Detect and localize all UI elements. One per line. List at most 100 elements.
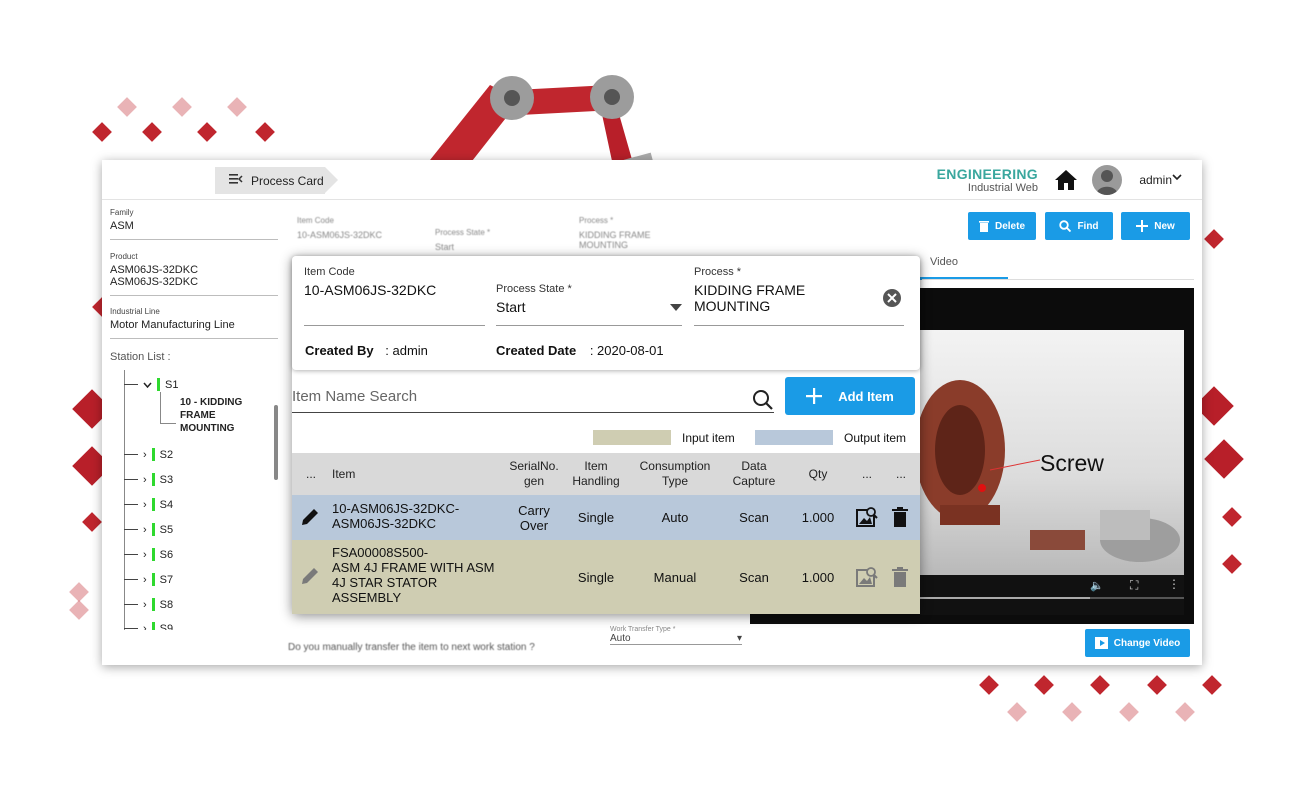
trash-icon[interactable] xyxy=(892,567,908,587)
process-field[interactable]: Process * KIDDING FRAME MOUNTING xyxy=(694,266,904,326)
station-item-s1[interactable]: S1 xyxy=(124,378,178,391)
avatar[interactable] xyxy=(1092,165,1122,195)
dialog-header: Item Code 10-ASM06JS-32DKC Process State… xyxy=(292,256,920,370)
chevron-right-icon[interactable]: › xyxy=(143,599,147,611)
dropdown-arrow-icon xyxy=(670,303,682,311)
chevron-down-icon[interactable] xyxy=(1172,172,1182,184)
new-button[interactable]: New xyxy=(1121,212,1190,240)
input-item-legend: Input item xyxy=(682,431,735,445)
video-controls: 🔈 ⛶ ⋮ xyxy=(920,575,1184,615)
chevron-right-icon[interactable]: › xyxy=(143,499,147,511)
item-code-value: 10-ASM06JS-32DKC xyxy=(304,282,437,298)
video-caption: Screw xyxy=(1040,450,1104,476)
plus-icon xyxy=(1136,220,1149,232)
dropdown-arrow-icon: ▾ xyxy=(736,633,742,644)
row-consumption: Auto xyxy=(661,510,689,525)
plus-icon xyxy=(806,388,823,404)
station-process-kidding-frame-mounting[interactable]: 10 - KIDDING FRAME MOUNTING xyxy=(180,396,242,435)
chevron-right-icon[interactable]: › xyxy=(143,524,147,536)
item-code-field[interactable]: Item Code 10-ASM06JS-32DKC xyxy=(304,266,485,326)
breadcrumb-label: Process Card xyxy=(251,173,324,188)
sidebar-scrollbar[interactable] xyxy=(274,405,278,480)
station-item-s7[interactable]: › S7 xyxy=(124,573,173,586)
process-value: KIDDING FRAME MOUNTING xyxy=(694,282,806,314)
image-search-icon[interactable] xyxy=(856,506,878,528)
chevron-right-icon[interactable]: › xyxy=(143,474,147,486)
work-transfer-select[interactable]: Work Transfer Type * Auto ▾ xyxy=(610,626,742,645)
user-name[interactable]: admin xyxy=(1139,173,1172,187)
station-item-s4[interactable]: › S4 xyxy=(124,498,173,511)
row-capture: Scan xyxy=(739,510,769,525)
delete-button[interactable]: Delete xyxy=(968,212,1036,240)
chevron-right-icon[interactable]: › xyxy=(143,574,147,586)
background-process-form: Item Code 10-ASM06JS-32DKC Process State… xyxy=(297,216,651,252)
change-video-button[interactable]: Change Video xyxy=(1085,629,1190,657)
search-icon[interactable] xyxy=(752,389,774,411)
row-item-name: 10-ASM06JS-32DKC- ASM06JS-32DKC xyxy=(332,501,460,531)
edit-icon[interactable] xyxy=(300,507,320,527)
column-item-handling[interactable]: Item Handling xyxy=(564,453,628,495)
station-item-s9[interactable]: › S9 xyxy=(124,622,173,630)
column-serial-no-gen[interactable]: SerialNo. gen xyxy=(502,453,566,495)
image-search-icon[interactable] xyxy=(856,566,878,588)
chevron-down-icon[interactable] xyxy=(143,381,152,389)
row-qty: 1.000 xyxy=(801,569,835,585)
industrial-line-value: Motor Manufacturing Line xyxy=(110,319,235,331)
station-item-s6[interactable]: › S6 xyxy=(124,548,173,561)
brand-subtitle: Industrial Web xyxy=(967,182,1038,194)
station-item-s3[interactable]: › S3 xyxy=(124,473,173,486)
station-list-label: Station List : xyxy=(110,351,171,363)
clear-icon[interactable] xyxy=(882,288,902,308)
column-qty[interactable]: Qty xyxy=(798,453,838,495)
chevron-right-icon[interactable]: › xyxy=(143,449,147,461)
column-item[interactable]: Item xyxy=(332,453,362,495)
input-item-swatch xyxy=(593,430,671,445)
station-item-s5[interactable]: › S5 xyxy=(124,523,173,536)
family-value: ASM xyxy=(110,220,134,232)
fullscreen-icon[interactable]: ⛶ xyxy=(1130,578,1138,593)
sidebar: Family ASM Product ASM06JS-32DKC ASM06JS… xyxy=(102,200,282,665)
station-item-s2[interactable]: › S2 xyxy=(124,448,173,461)
product-field[interactable]: Product ASM06JS-32DKC ASM06JS-32DKC xyxy=(110,252,278,296)
created-date: Created Date : 2020-08-01 xyxy=(496,343,664,358)
volume-icon[interactable]: 🔈 xyxy=(1090,579,1104,592)
process-state-select[interactable]: Process State * Start xyxy=(496,283,682,326)
tab-video[interactable]: Video xyxy=(930,256,958,268)
row-capture: Scan xyxy=(739,569,769,585)
item-name-search-input[interactable]: Item Name Search xyxy=(292,383,774,413)
chevron-right-icon[interactable]: › xyxy=(143,623,147,631)
home-icon[interactable] xyxy=(1054,169,1078,191)
column-consumption-type[interactable]: Consumption Type xyxy=(630,453,720,495)
items-table-header: ... Item SerialNo. gen Item Handling Consu… xyxy=(292,453,920,495)
table-row[interactable]: FSA00008S500- ASM 4J FRAME WITH ASM 4J S… xyxy=(292,540,920,614)
add-item-button[interactable]: Add Item xyxy=(785,377,915,415)
search-icon xyxy=(1059,220,1072,232)
created-by: Created By : admin xyxy=(305,343,428,358)
output-item-legend: Output item xyxy=(844,431,907,445)
trash-icon[interactable] xyxy=(892,507,908,527)
chevron-right-icon[interactable]: › xyxy=(143,549,147,561)
row-item-name: FSA00008S500- ASM 4J FRAME WITH ASM 4J S… xyxy=(332,545,495,605)
menu-collapse-icon[interactable] xyxy=(229,173,243,188)
more-vert-icon[interactable]: ⋮ xyxy=(1168,577,1180,591)
item-dialog: Item Code 10-ASM06JS-32DKC Process State… xyxy=(292,256,920,614)
breadcrumb-process-card[interactable]: Process Card xyxy=(215,167,338,194)
table-row[interactable]: 10-ASM06JS-32DKC- ASM06JS-32DKC Carry Over… xyxy=(292,495,920,540)
brand-title: ENGINEERING xyxy=(936,166,1038,182)
process-state-value: Start xyxy=(496,299,526,315)
output-item-swatch xyxy=(755,430,833,445)
row-serial-no: Carry Over xyxy=(518,502,550,533)
row-qty: 1.000 xyxy=(801,510,835,525)
column-data-capture[interactable]: Data Capture xyxy=(722,453,786,495)
video-library-icon xyxy=(1094,637,1108,649)
manual-transfer-question: Do you manually transfer the item to nex… xyxy=(288,642,535,653)
row-handling: Single xyxy=(577,510,615,525)
video-progress[interactable] xyxy=(920,597,1090,599)
edit-icon[interactable] xyxy=(300,566,320,586)
find-button[interactable]: Find xyxy=(1045,212,1113,240)
family-field[interactable]: Family ASM xyxy=(110,208,278,240)
station-item-s8[interactable]: › S8 xyxy=(124,598,173,611)
top-bar: Process Card ENGINEERING Industrial Web … xyxy=(102,160,1202,200)
trash-icon xyxy=(978,221,989,232)
industrial-line-field[interactable]: Industrial Line Motor Manufacturing Line xyxy=(110,307,278,339)
